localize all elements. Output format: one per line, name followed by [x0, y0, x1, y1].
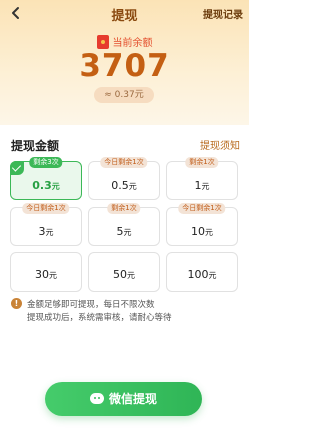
wechat-withdraw-button[interactable]: 微信提现 — [45, 382, 202, 416]
remaining-badge: 剩余1次 — [107, 203, 141, 214]
balance-amount: 3707 — [79, 48, 170, 84]
wechat-icon — [89, 393, 104, 404]
option-amount: 5元 — [116, 225, 132, 238]
amount-option[interactable]: 50元 — [88, 252, 160, 292]
top-bar: 提现 提现记录 — [0, 0, 249, 26]
option-amount: 0.5元 — [111, 179, 137, 192]
red-packet-icon — [96, 34, 109, 49]
remaining-badge: 今日剩余1次 — [178, 203, 226, 214]
info-line-1: 金额足够即可提现，每日不限次数 — [27, 300, 155, 310]
section-title: 提现金额 — [11, 139, 60, 153]
option-amount: 30元 — [35, 268, 57, 281]
info-line-2: 提现成功后，系统需审核，请耐心等待 — [27, 313, 172, 323]
option-amount: 100元 — [187, 268, 217, 281]
remaining-badge: 今日剩余1次 — [22, 203, 70, 214]
withdraw-record-link[interactable]: 提现记录 — [203, 6, 243, 21]
amount-option[interactable]: 剩余1次 5元 — [88, 203, 160, 246]
amount-option[interactable]: 100元 — [166, 252, 238, 292]
withdraw-button-label: 微信提现 — [108, 392, 157, 406]
check-icon — [10, 161, 24, 175]
option-amount: 3元 — [38, 225, 54, 238]
amount-option[interactable]: 30元 — [10, 252, 82, 292]
balance-approx-value: ≈ 0.37元 — [94, 87, 154, 103]
amount-option[interactable]: 剩余1次 1元 — [166, 157, 238, 200]
amount-option[interactable]: 今日剩余1次 10元 — [166, 203, 238, 246]
option-amount: 1元 — [194, 179, 210, 192]
info-icon: ! — [11, 298, 22, 309]
amount-option[interactable]: 剩余3次 0.3元 — [10, 157, 82, 200]
amount-option[interactable]: 今日剩余1次 0.5元 — [88, 157, 160, 200]
option-amount: 0.3元 — [32, 179, 60, 192]
remaining-badge: 今日剩余1次 — [100, 157, 148, 168]
remaining-badge: 剩余1次 — [185, 157, 219, 168]
option-amount: 50元 — [113, 268, 135, 281]
option-amount: 10元 — [191, 225, 213, 238]
withdraw-notice-link[interactable]: 提现须知 — [200, 137, 240, 152]
remaining-badge: 剩余3次 — [29, 157, 63, 168]
amount-option[interactable]: 今日剩余1次 3元 — [10, 203, 82, 246]
